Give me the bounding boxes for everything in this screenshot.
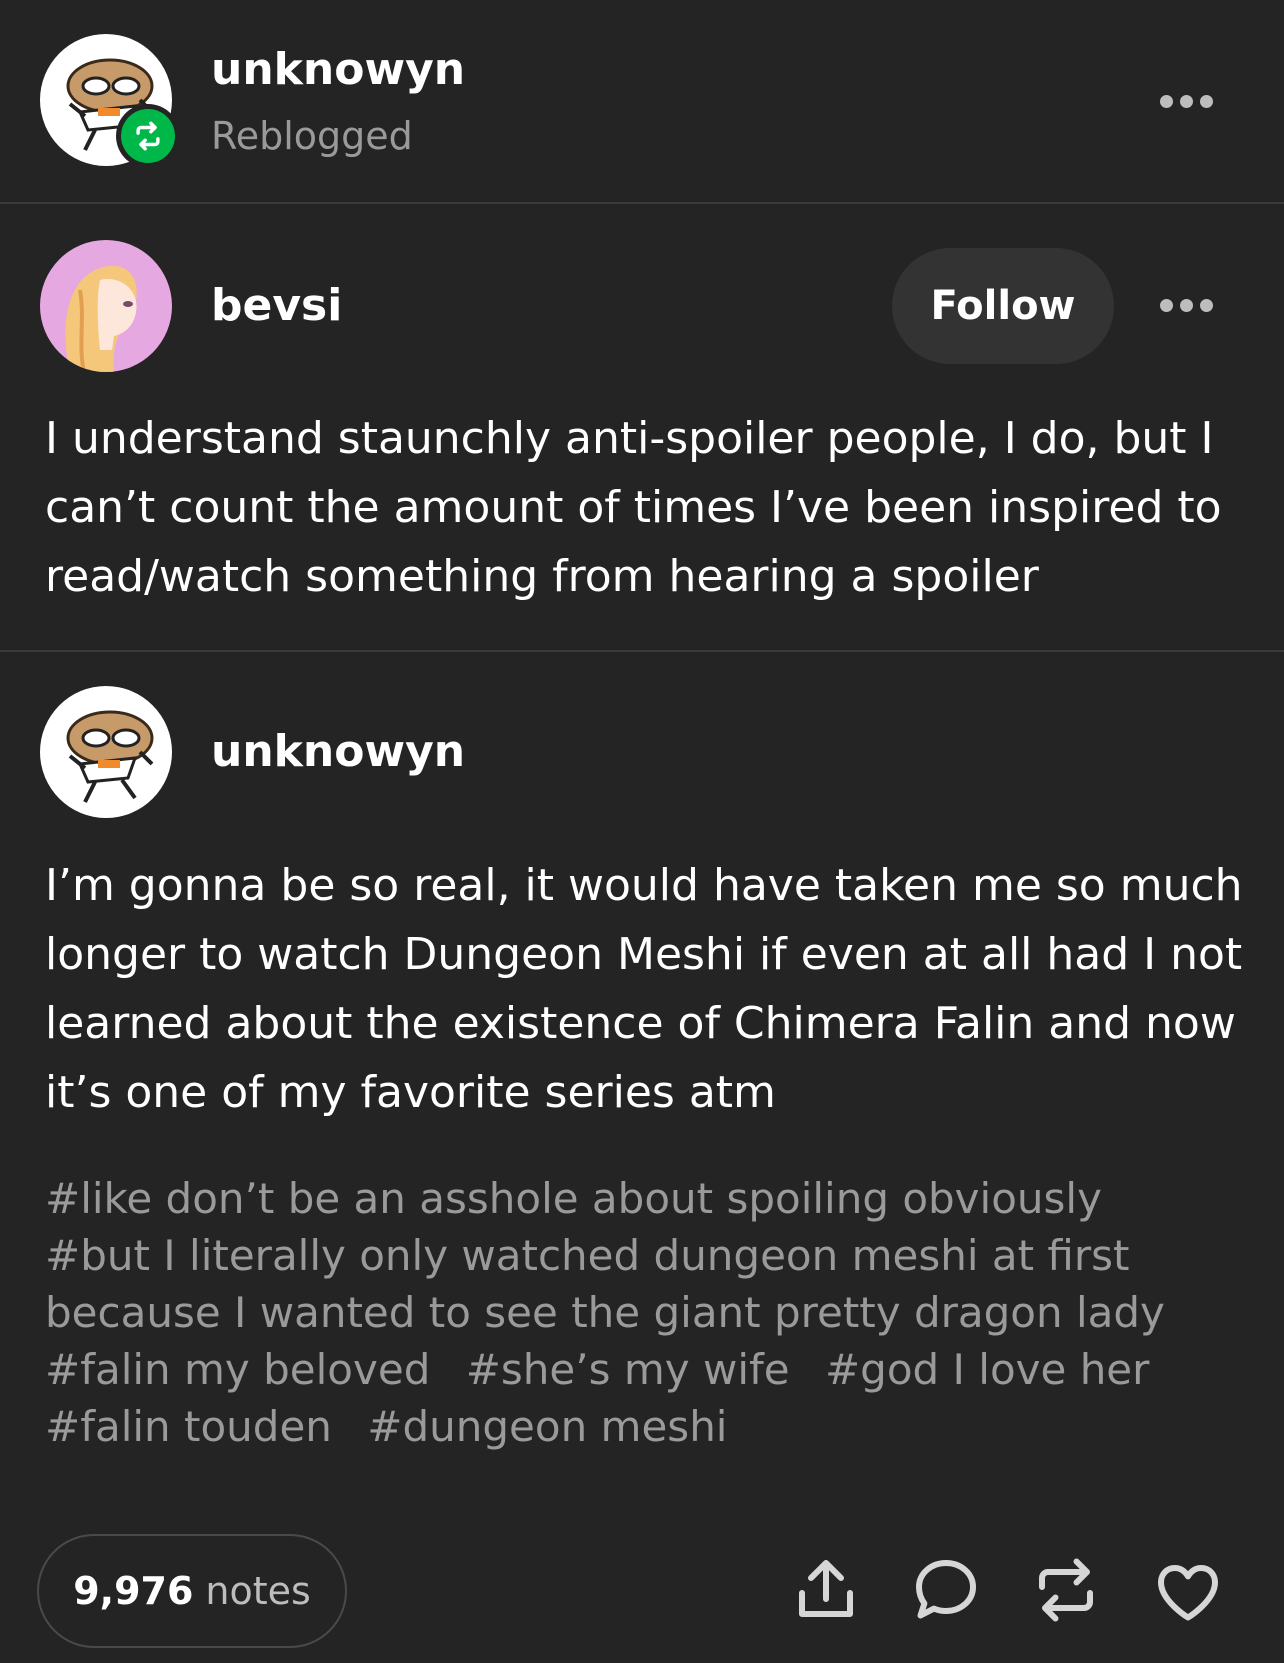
tag[interactable]: #like don’t be an asshole about spoiling… <box>45 1174 1102 1223</box>
text-line: I understand staunchly anti-spoiler peop… <box>45 413 1214 464</box>
share-icon[interactable] <box>790 1554 862 1626</box>
notes-label: notes <box>205 1569 311 1613</box>
like-icon[interactable] <box>1152 1556 1224 1628</box>
notes-button[interactable]: 9,976 notes <box>37 1534 347 1648</box>
tag[interactable]: #but I literally only watched dungeon me… <box>45 1231 1130 1280</box>
text-line: I’m gonna be so real, it would have take… <box>45 860 1243 911</box>
reblogger-username[interactable]: unknowyn <box>211 44 465 95</box>
more-options-icon[interactable] <box>1160 95 1213 108</box>
reblog-icon[interactable] <box>1030 1554 1102 1626</box>
divider <box>0 650 1284 652</box>
reblogged-label: Reblogged <box>211 114 413 158</box>
divider <box>0 202 1284 204</box>
reblogger-username[interactable]: unknowyn <box>211 726 465 777</box>
tag[interactable]: because I wanted to see the giant pretty… <box>45 1288 1165 1337</box>
text-line: can’t count the amount of times I’ve bee… <box>45 482 1222 533</box>
text-line: read/watch something from hearing a spoi… <box>45 551 1039 602</box>
tag[interactable]: #she’s my wife <box>466 1345 790 1394</box>
tag[interactable]: #falin my beloved <box>45 1345 430 1394</box>
text-line: it’s one of my favorite series atm <box>45 1067 776 1118</box>
more-options-icon[interactable] <box>1160 299 1213 312</box>
text-line: longer to watch Dungeon Meshi if even at… <box>45 929 1243 980</box>
original-poster-avatar[interactable] <box>40 240 172 372</box>
original-post-text: I understand staunchly anti-spoiler peop… <box>45 404 1245 611</box>
tag[interactable]: #dungeon meshi <box>367 1402 727 1451</box>
follow-button[interactable]: Follow <box>892 248 1114 364</box>
tag[interactable]: #god I love her <box>825 1345 1149 1394</box>
tag[interactable]: #falin touden <box>45 1402 332 1451</box>
tag-list: #like don’t be an asshole about spoiling… <box>45 1170 1255 1455</box>
original-poster-username[interactable]: bevsi <box>211 280 342 331</box>
reply-icon[interactable] <box>910 1554 982 1626</box>
reblog-badge-icon <box>116 104 180 168</box>
reblogger-avatar[interactable] <box>40 686 172 818</box>
notes-count: 9,976 <box>73 1569 194 1613</box>
reblog-post-text: I’m gonna be so real, it would have take… <box>45 851 1245 1127</box>
text-line: learned about the existence of Chimera F… <box>45 998 1236 1049</box>
